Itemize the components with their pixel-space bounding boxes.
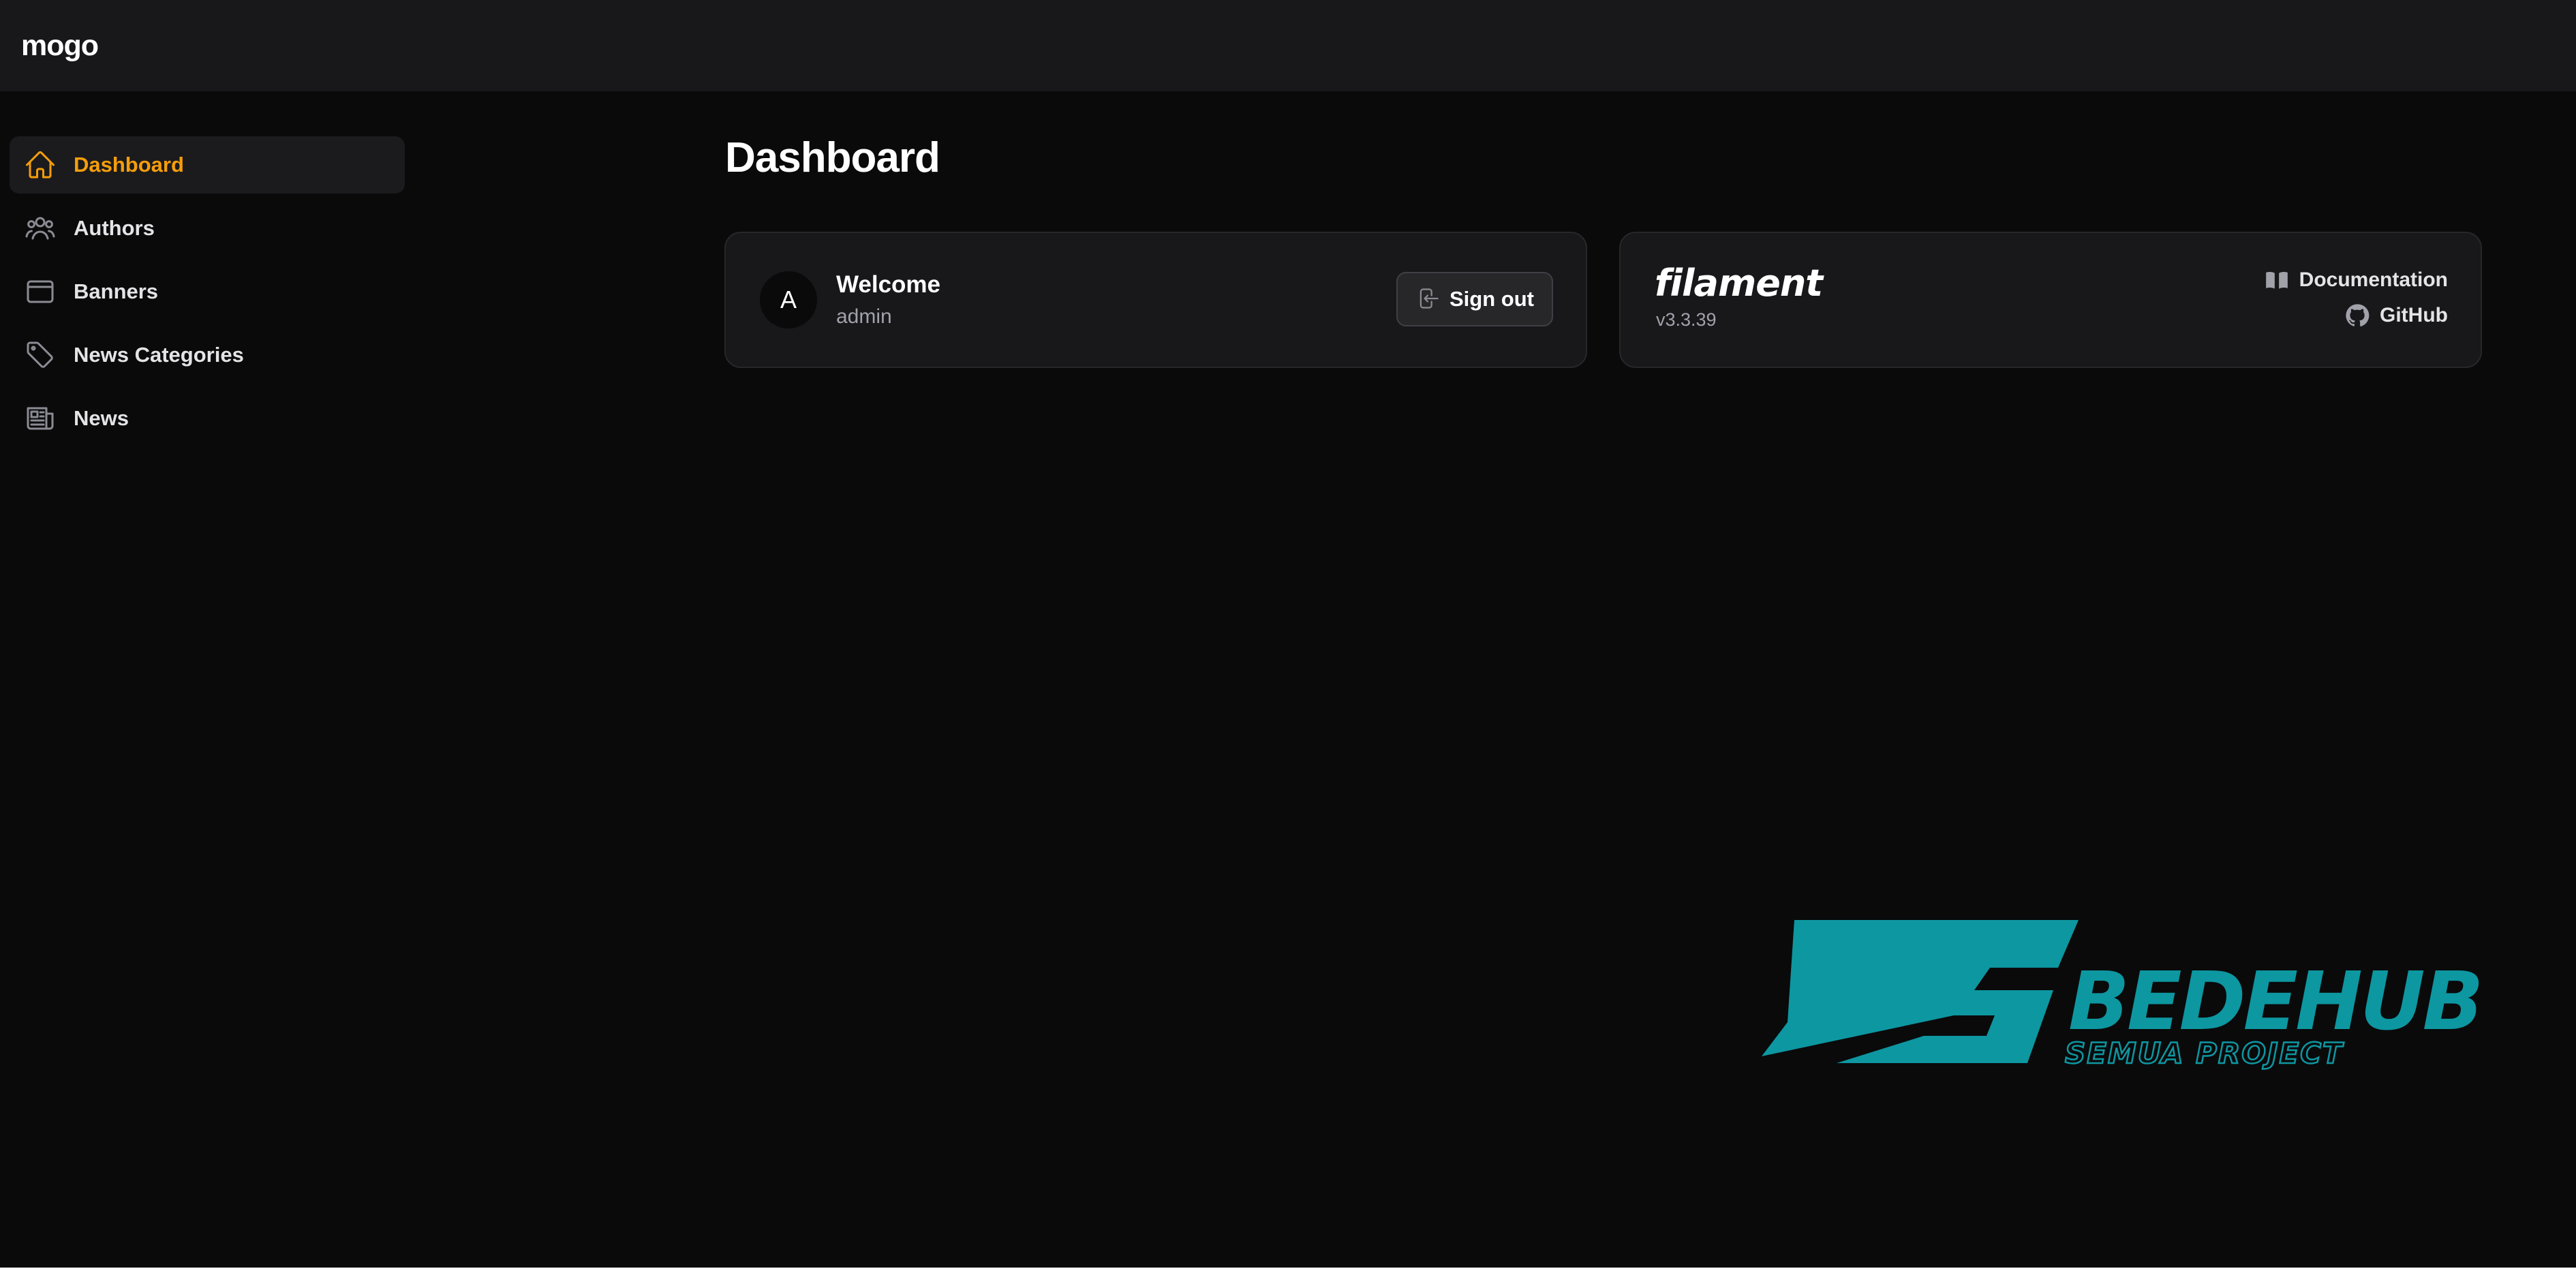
window-icon <box>23 275 57 309</box>
welcome-card: A Welcome admin Sign out <box>724 232 1587 368</box>
sidebar-item-authors[interactable]: Authors <box>10 200 405 257</box>
documentation-label: Documentation <box>2299 269 2448 291</box>
documentation-link[interactable]: Documentation <box>2264 267 2448 293</box>
filament-logo[interactable]: filament <box>1655 262 1823 305</box>
filament-version: v3.3.39 <box>1656 309 1717 330</box>
logout-icon <box>1415 286 1450 313</box>
watermark-subtitle: SEMUA PROJECT <box>2065 1037 2344 1070</box>
brand-logo[interactable]: mogo <box>21 29 99 63</box>
sidebar-item-news[interactable]: News <box>10 390 405 447</box>
tag-icon <box>23 338 57 372</box>
sign-out-button[interactable]: Sign out <box>1396 272 1553 326</box>
sidebar-item-label: News <box>74 406 129 430</box>
sidebar-item-banners[interactable]: Banners <box>10 263 405 320</box>
sidebar-item-dashboard[interactable]: Dashboard <box>10 136 405 194</box>
avatar: A <box>760 271 817 328</box>
newspaper-icon <box>23 401 57 435</box>
sidebar-item-label: Authors <box>74 216 155 240</box>
bedehub-watermark: BEDEHUB SEMUA PROJECT <box>1762 920 2484 1071</box>
topbar: mogo <box>0 0 2576 91</box>
sign-out-label: Sign out <box>1450 287 1534 311</box>
sidebar-item-label: Dashboard <box>74 153 184 177</box>
sidebar: Dashboard Authors Banners News Categorie… <box>10 136 405 453</box>
bottom-edge <box>0 1268 2576 1288</box>
welcome-title: Welcome <box>836 271 941 298</box>
github-icon <box>2346 304 2370 326</box>
github-label: GitHub <box>2380 304 2448 326</box>
users-icon <box>23 211 57 245</box>
page-title: Dashboard <box>725 134 940 181</box>
home-icon <box>23 148 57 182</box>
book-icon <box>2265 272 2288 289</box>
welcome-username: admin <box>836 305 892 328</box>
sidebar-item-label: News Categories <box>74 343 244 367</box>
filament-info-card: filament v3.3.39 Documentation GitHub <box>1619 232 2482 368</box>
sidebar-item-news-categories[interactable]: News Categories <box>10 326 405 384</box>
watermark-title: BEDEHUB <box>2068 954 2481 1048</box>
sidebar-item-label: Banners <box>74 279 159 303</box>
github-link[interactable]: GitHub <box>2344 303 2448 328</box>
